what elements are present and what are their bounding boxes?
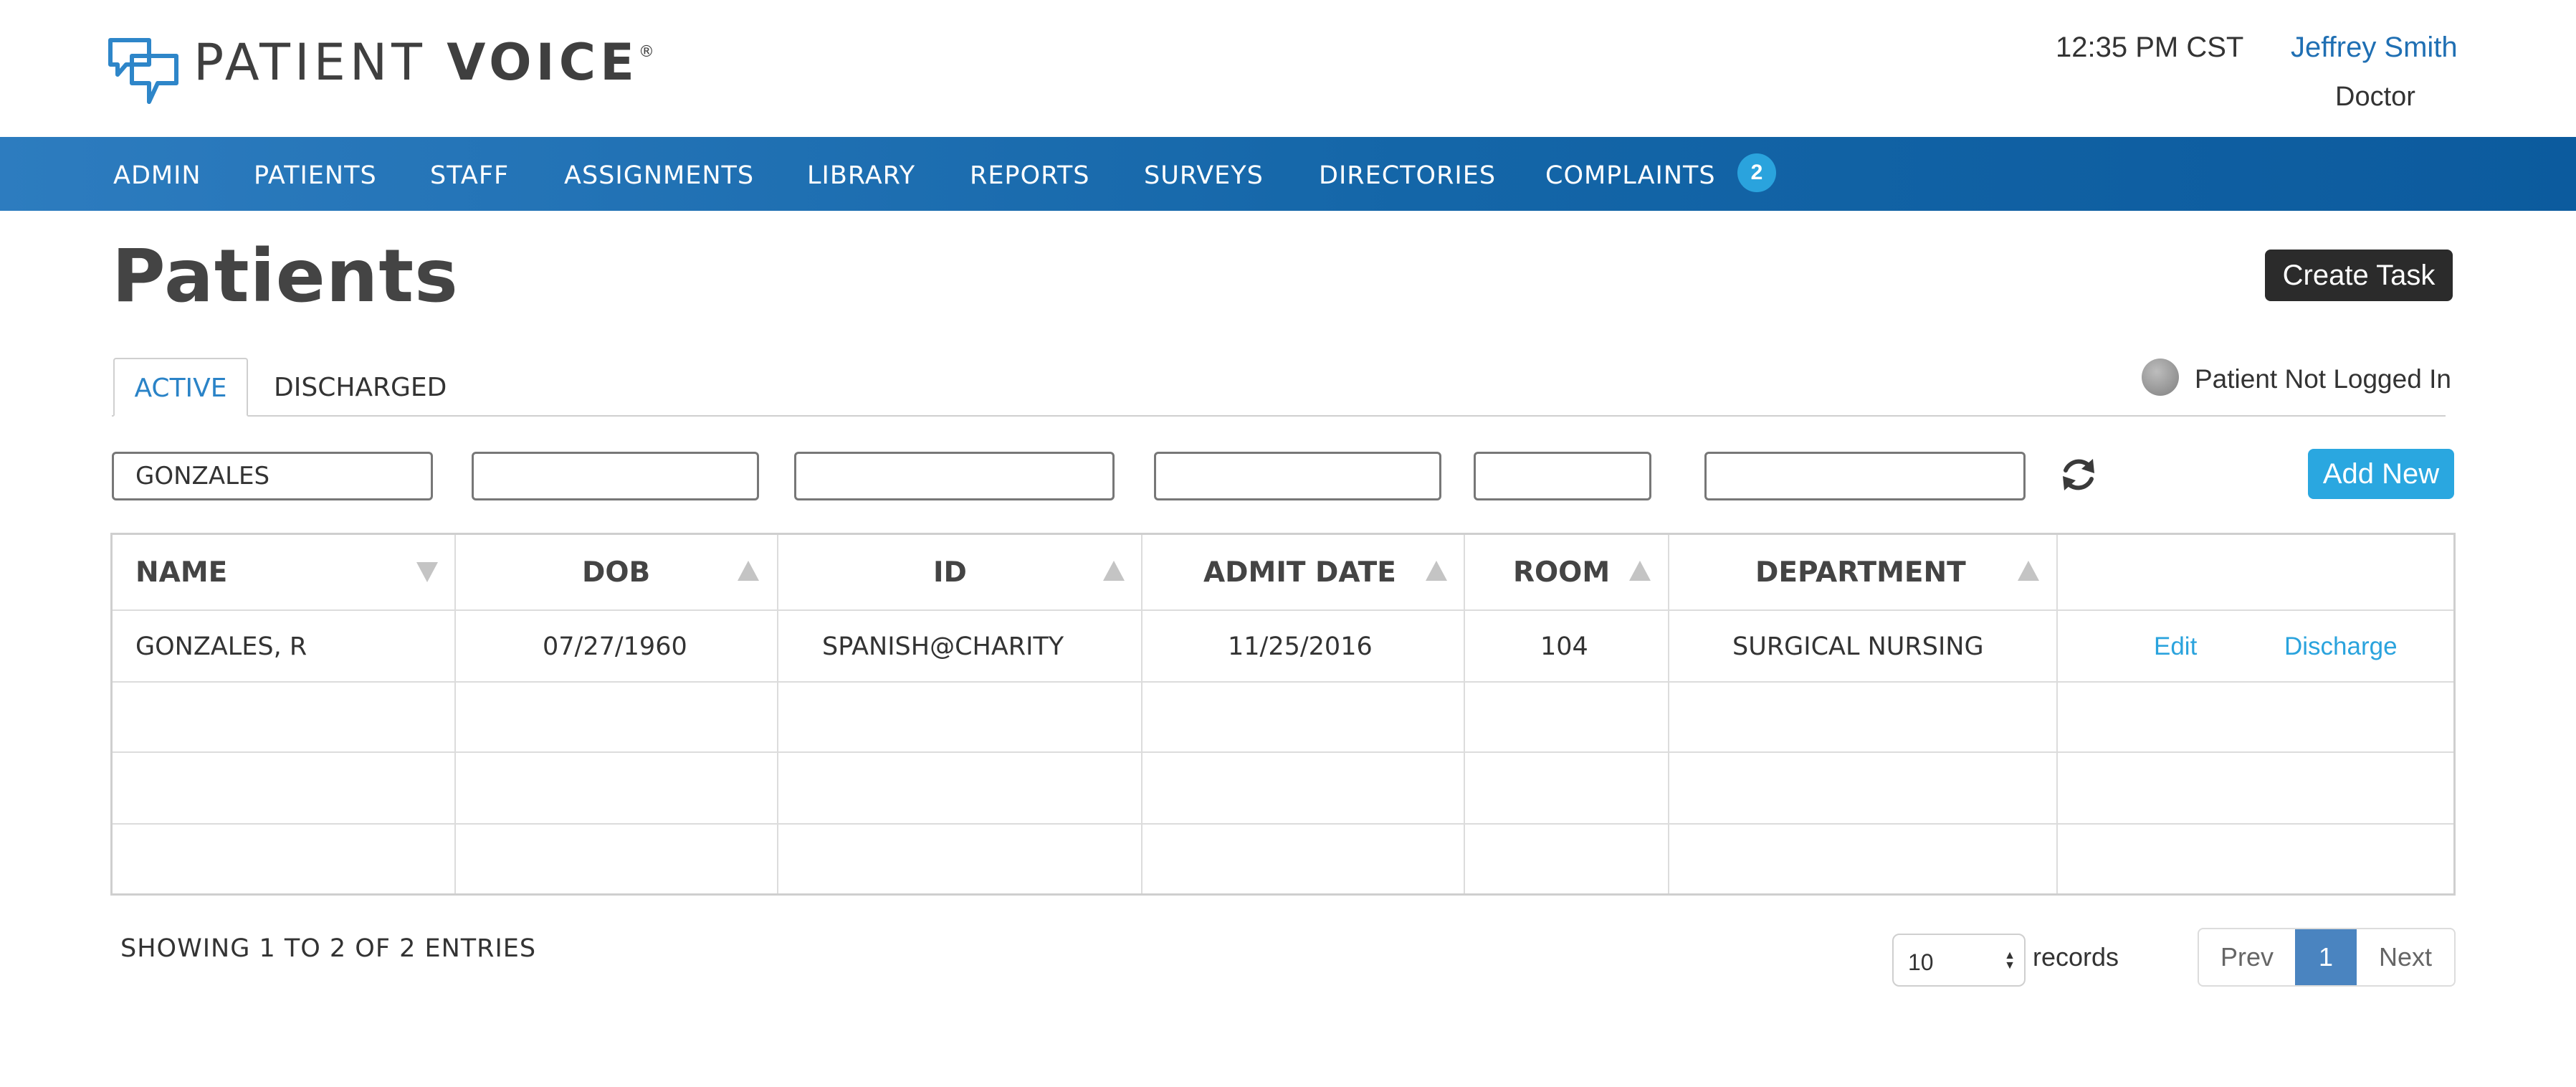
column-divider	[777, 535, 778, 893]
logged-out-status-dot-icon	[2142, 359, 2179, 396]
refresh-icon[interactable]	[2057, 453, 2100, 496]
page-title: Patients	[112, 234, 459, 319]
next-page-button[interactable]: Next	[2357, 929, 2454, 985]
sort-asc-icon[interactable]	[1426, 561, 1447, 581]
pagination: Prev 1 Next	[2198, 928, 2456, 987]
sort-asc-icon[interactable]	[1103, 561, 1125, 581]
row-divider	[113, 681, 2453, 683]
tabs-divider	[112, 415, 2446, 417]
id-filter-input[interactable]	[794, 452, 1115, 500]
column-header-admit-date[interactable]: ADMIT DATE	[1203, 556, 1396, 589]
tab-discharged[interactable]: DISCHARGED	[274, 373, 447, 402]
discharge-link[interactable]: Discharge	[2284, 632, 2398, 661]
select-arrows-icon: ▲ ▼	[2004, 949, 2016, 972]
column-divider	[1464, 535, 1465, 893]
brand-wordmark: PATIENT VOICE®	[194, 37, 654, 87]
column-divider	[1141, 535, 1142, 893]
nav-surveys[interactable]: SURVEYS	[1144, 161, 1264, 190]
column-header-name[interactable]: NAME	[135, 556, 227, 589]
column-divider	[454, 535, 456, 893]
patient-voice-logo-icon	[106, 36, 182, 108]
column-header-department[interactable]: DEPARTMENT	[1755, 556, 1966, 589]
nav-library[interactable]: LIBRARY	[807, 161, 915, 190]
row-divider	[113, 609, 2453, 611]
dob-filter-input[interactable]	[472, 452, 759, 500]
nav-staff[interactable]: STAFF	[430, 161, 509, 190]
nav-reports[interactable]: REPORTS	[970, 161, 1089, 190]
brand-name-light: PATIENT	[194, 33, 447, 92]
room-filter-input[interactable]	[1474, 452, 1651, 500]
nav-assignments[interactable]: ASSIGNMENTS	[564, 161, 754, 190]
sort-asc-icon[interactable]	[738, 561, 759, 581]
user-role: Doctor	[2335, 82, 2415, 112]
create-task-button[interactable]: Create Task	[2265, 250, 2453, 301]
nav-admin[interactable]: ADMIN	[113, 161, 201, 190]
current-time: 12:35 PM CST	[2056, 32, 2244, 63]
sort-asc-icon[interactable]	[1629, 561, 1651, 581]
cell-dob: 07/27/1960	[543, 632, 687, 661]
nav-directories[interactable]: DIRECTORIES	[1319, 161, 1496, 190]
cell-department: SURGICAL NURSING	[1732, 632, 1984, 661]
page-1-button[interactable]: 1	[2295, 929, 2357, 985]
row-divider	[113, 823, 2453, 825]
add-new-button[interactable]: Add New	[2308, 449, 2454, 499]
cell-admit-date: 11/25/2016	[1228, 632, 1373, 661]
page-size-value: 10	[1908, 949, 1934, 975]
nav-patients[interactable]: PATIENTS	[254, 161, 377, 190]
tab-active[interactable]: ACTIVE	[113, 358, 248, 417]
sort-asc-icon[interactable]	[2018, 561, 2039, 581]
prev-page-button[interactable]: Prev	[2199, 929, 2295, 985]
user-name-link[interactable]: Jeffrey Smith	[2291, 32, 2458, 64]
registered-mark: ®	[638, 43, 654, 61]
patients-table: NAME DOB ID ADMIT DATE ROOM DEPARTMENT G…	[110, 533, 2456, 896]
department-filter-input[interactable]	[1704, 452, 2026, 500]
column-header-room[interactable]: ROOM	[1513, 556, 1610, 589]
nav-complaints[interactable]: COMPLAINTS	[1545, 161, 1716, 190]
admit-date-filter-input[interactable]	[1154, 452, 1441, 500]
page-size-select[interactable]: 10 ▲ ▼	[1892, 934, 2026, 987]
sort-desc-icon[interactable]	[416, 562, 438, 582]
column-header-id[interactable]: ID	[933, 556, 967, 589]
complaints-count-badge: 2	[1737, 153, 1776, 192]
brand-name-bold: VOICE	[447, 33, 639, 92]
main-nav: ADMIN PATIENTS STAFF ASSIGNMENTS LIBRARY…	[0, 137, 2576, 211]
cell-name: GONZALES, R	[135, 632, 307, 661]
name-filter-input[interactable]	[112, 452, 433, 500]
entries-summary: SHOWING 1 TO 2 OF 2 ENTRIES	[120, 934, 537, 963]
column-divider	[1668, 535, 1669, 893]
cell-room: 104	[1540, 632, 1588, 661]
column-divider	[2056, 535, 2058, 893]
cell-id: SPANISH@CHARITY	[822, 632, 1064, 661]
column-header-dob[interactable]: DOB	[582, 556, 650, 589]
status-legend-label: Patient Not Logged In	[2195, 364, 2451, 394]
row-divider	[113, 751, 2453, 753]
edit-link[interactable]: Edit	[2154, 632, 2197, 661]
records-label: records	[2033, 942, 2119, 972]
